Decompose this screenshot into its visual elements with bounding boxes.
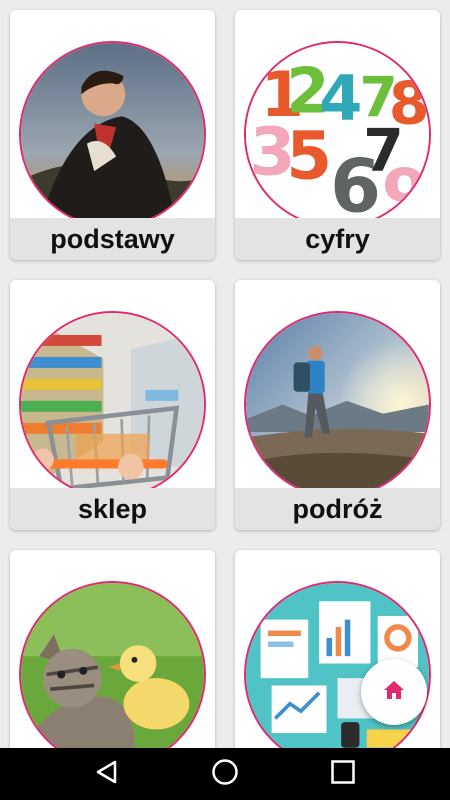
recents-square-icon [330,759,356,790]
category-label: podróż [292,493,383,524]
svg-text:9: 9 [381,155,429,226]
category-label: podstawy [50,223,175,254]
category-card-podroz[interactable]: podróż [235,280,440,530]
category-label: sklep [77,493,148,524]
home-circle-icon [211,758,239,791]
nav-back-button[interactable] [67,748,147,800]
back-triangle-icon [94,759,120,790]
category-label-bar: cyfry [235,218,440,260]
home-icon [383,680,405,705]
home-fab-button[interactable] [361,659,427,725]
system-navigation-bar [0,748,450,800]
portrait-painting-image [19,41,206,228]
svg-text:5: 5 [286,117,332,194]
category-card-podstawy[interactable]: podstawy [10,10,215,260]
category-label-bar: podstawy [10,218,215,260]
category-label: cyfry [305,223,370,254]
category-grid: podstawy 1 2 4 7 8 3 5 6 7 9 cyfry sklep… [0,0,450,748]
hiker-mountains-image [244,311,431,498]
nav-home-button[interactable] [185,748,265,800]
category-card-animals[interactable] [10,550,215,748]
category-label-bar: sklep [10,488,215,530]
kitten-and-duckling-image [19,581,206,748]
supermarket-cart-image [19,311,206,498]
category-card-sklep[interactable]: sklep [10,280,215,530]
nav-recents-button[interactable] [303,748,383,800]
colorful-numbers-image: 1 2 4 7 8 3 5 6 7 9 [244,41,431,228]
category-card-cyfry[interactable]: 1 2 4 7 8 3 5 6 7 9 cyfry [235,10,440,260]
category-label-bar: podróż [235,488,440,530]
